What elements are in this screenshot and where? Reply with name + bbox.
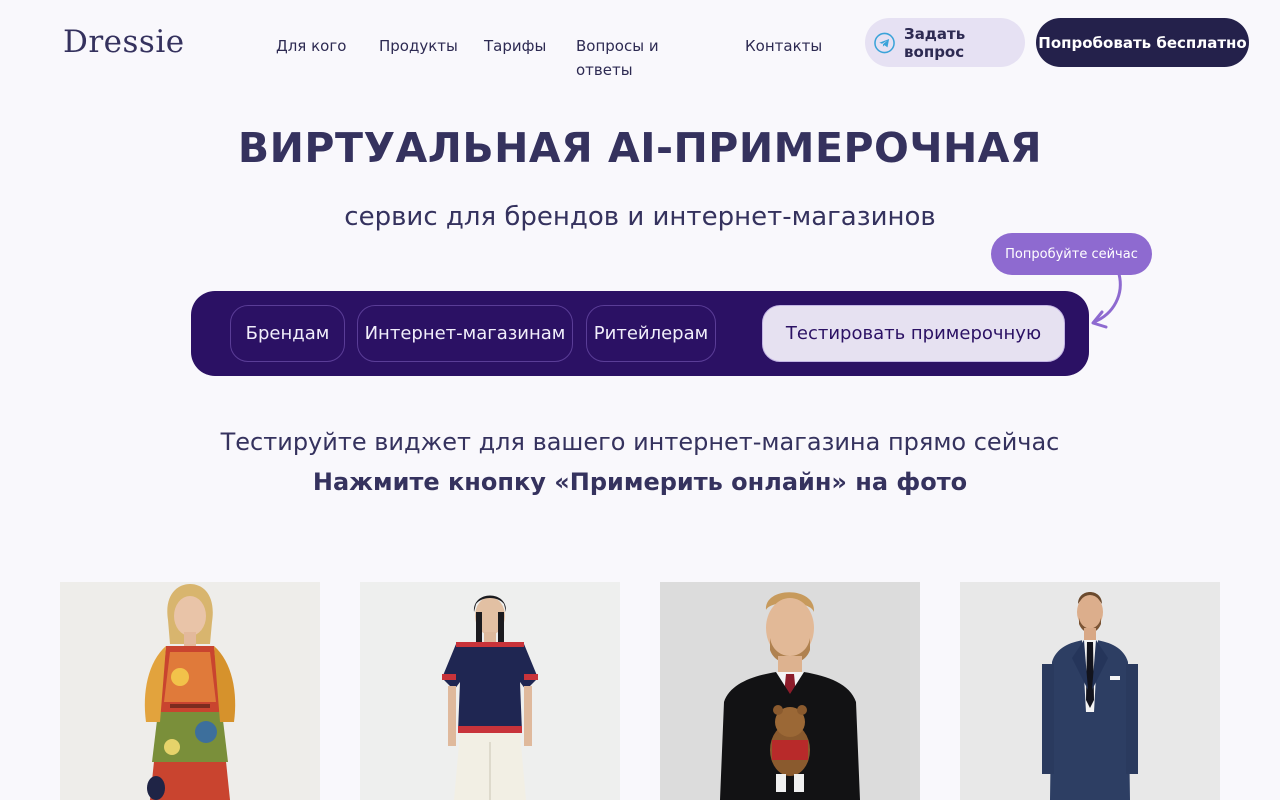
segment-online-stores-button[interactable]: Интернет-магазинам — [357, 305, 573, 362]
nav-item-faq[interactable]: Вопросы и ответы — [576, 34, 676, 82]
product-photo-navy-suit[interactable] — [960, 582, 1220, 800]
page-subtitle: сервис для брендов и интернет-магазинов — [344, 202, 936, 232]
audience-segment-bar: Брендам Интернет-магазинам Ритейлерам Те… — [191, 291, 1089, 376]
segment-brands-button[interactable]: Брендам — [230, 305, 345, 362]
woman-floral-dress-photo — [60, 582, 320, 800]
nav-item-for-whom[interactable]: Для кого — [276, 34, 346, 58]
curved-arrow-icon — [1091, 272, 1122, 329]
ask-question-label: Задать вопрос — [904, 24, 966, 61]
woman-navy-top-white-trousers-photo — [360, 582, 620, 800]
ask-question-button[interactable]: Задать вопрос — [865, 18, 1025, 67]
test-fitting-room-button[interactable]: Тестировать примерочную — [762, 305, 1065, 362]
page-title: ВИРТУАЛЬНАЯ AI-ПРИМЕРОЧНАЯ — [237, 124, 1043, 172]
nav-item-contacts[interactable]: Контакты — [745, 34, 822, 58]
product-photo-bear-sweater[interactable] — [660, 582, 920, 800]
man-navy-suit-photo — [960, 582, 1220, 800]
logo[interactable]: Dressie — [63, 24, 185, 60]
widget-description: Тестируйте виджет для вашего интернет-ма… — [220, 428, 1060, 456]
segment-retailers-button[interactable]: Ритейлерам — [586, 305, 716, 362]
man-bear-sweater-photo — [660, 582, 920, 800]
product-photo-navy-top[interactable] — [360, 582, 620, 800]
widget-instruction: Нажмите кнопку «Примерить онлайн» на фот… — [312, 468, 968, 496]
nav-item-pricing[interactable]: Тарифы — [484, 34, 546, 58]
telegram-icon — [874, 32, 895, 53]
try-now-bubble: Попробуйте сейчас — [991, 233, 1152, 275]
product-photo-floral-dress[interactable] — [60, 582, 320, 800]
nav-item-products[interactable]: Продукты — [379, 34, 458, 58]
try-free-button[interactable]: Попробовать бесплатно — [1036, 18, 1249, 67]
